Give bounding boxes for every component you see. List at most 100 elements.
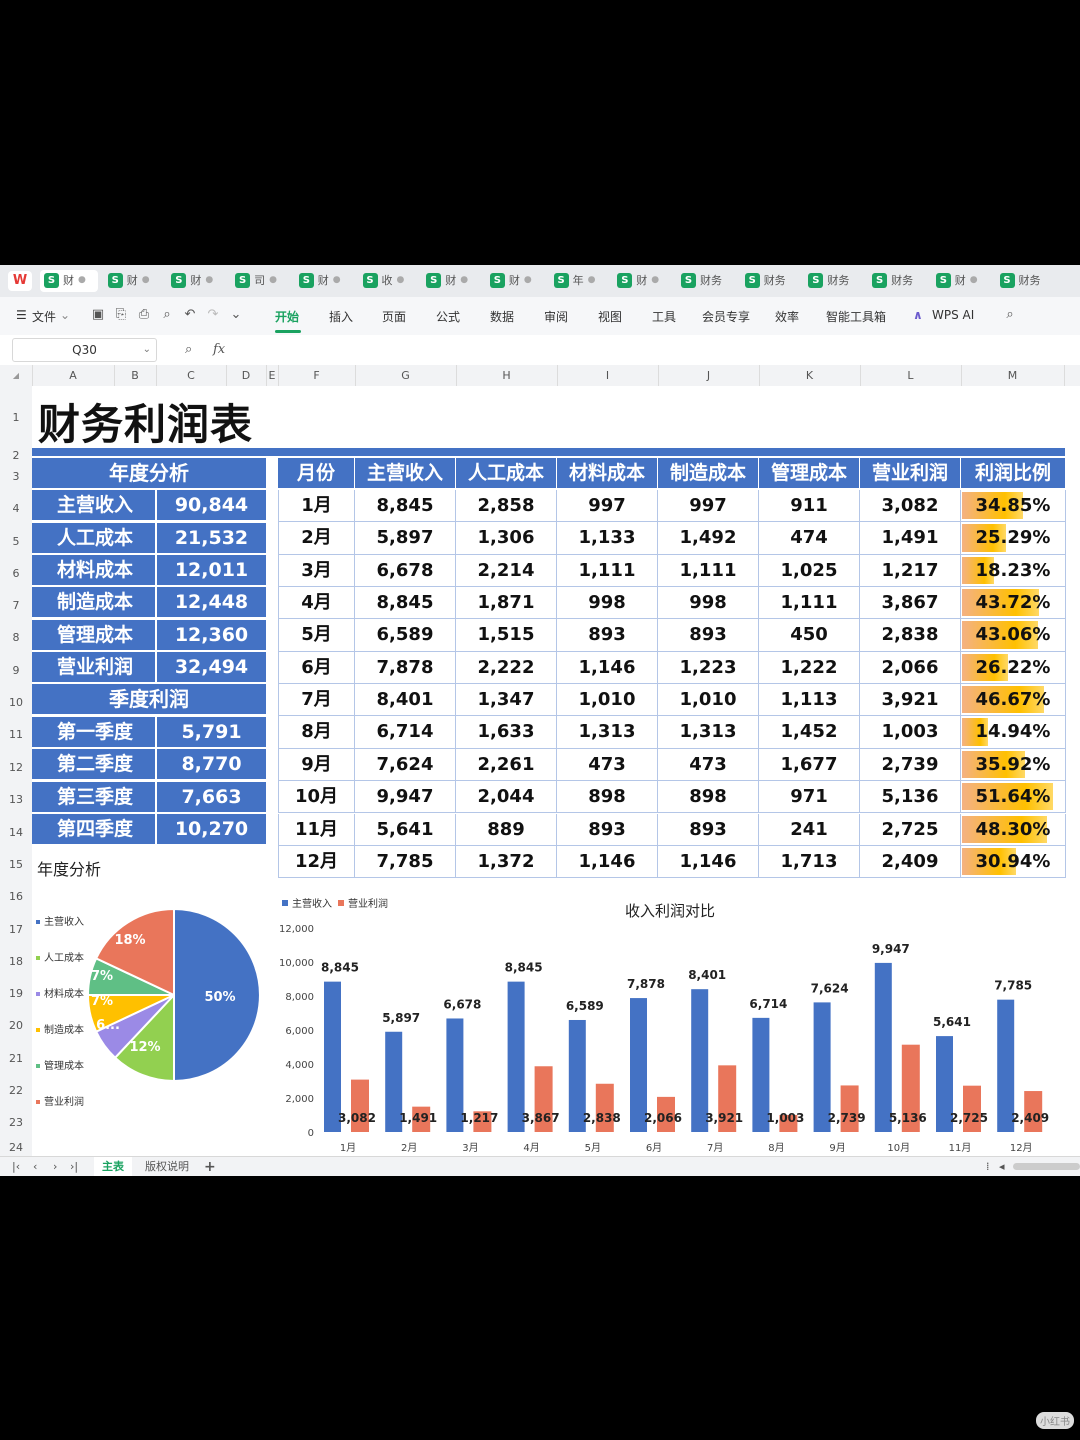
formula-input[interactable] <box>238 339 1080 361</box>
row-header[interactable]: 12 <box>0 751 32 784</box>
table-cell[interactable]: 6,678 <box>355 554 456 588</box>
document-tab[interactable]: S 收 ● <box>359 270 417 292</box>
column-header[interactable]: K <box>759 365 861 386</box>
menu-tab[interactable]: 智能工具箱 <box>826 308 886 325</box>
function-icon[interactable]: fx <box>213 342 225 357</box>
table-cell[interactable]: 8,845 <box>355 587 456 620</box>
row-header[interactable]: 21 <box>0 1042 32 1075</box>
column-header[interactable]: I <box>557 365 659 386</box>
column-header[interactable]: C <box>156 365 227 386</box>
table-cell[interactable]: 5,641 <box>355 813 456 846</box>
table-cell[interactable]: 893 <box>557 813 658 846</box>
table-cell[interactable]: 2,214 <box>456 554 557 588</box>
table-cell[interactable]: 12月 <box>278 845 355 879</box>
bar-profit[interactable] <box>963 1085 981 1132</box>
table-cell[interactable]: 898 <box>557 781 658 814</box>
table-cell[interactable]: 1,111 <box>557 554 658 588</box>
row-header[interactable]: 22 <box>0 1075 32 1107</box>
document-tab[interactable]: S 财 ● <box>167 270 225 292</box>
table-cell[interactable]: 1,452 <box>759 716 860 749</box>
pie-chart[interactable]: 主营收入人工成本材料成本制造成本管理成本营业利润 50% 12% 6... 7% 7% 18… <box>32 881 267 1126</box>
table-cell[interactable]: 997 <box>658 490 759 523</box>
close-icon[interactable]: ● <box>269 270 277 291</box>
table-cell[interactable]: 1月 <box>278 490 355 523</box>
bar-revenue[interactable] <box>874 962 892 1132</box>
table-cell[interactable]: 3,867 <box>860 587 961 620</box>
row-header[interactable]: 19 <box>0 978 32 1010</box>
document-tab[interactable]: S 财 ● <box>295 270 353 292</box>
menu-tab[interactable]: 数据 <box>490 308 514 325</box>
menu-tab[interactable]: 开始 <box>275 308 299 325</box>
chevron-down-icon[interactable]: ⌄ <box>60 308 70 322</box>
row-header[interactable]: 2 <box>0 450 32 461</box>
table-cell[interactable]: 971 <box>759 781 860 814</box>
profit-ratio-cell[interactable]: 30.94% <box>961 845 1066 879</box>
table-cell[interactable]: 6月 <box>278 651 355 685</box>
table-cell[interactable]: 1,146 <box>557 651 658 685</box>
column-header[interactable]: F <box>278 365 356 386</box>
row-header[interactable]: 20 <box>0 1010 32 1042</box>
table-cell[interactable]: 2,066 <box>860 651 961 685</box>
sheet-tab-copyright[interactable]: 版权说明 <box>145 1157 189 1176</box>
document-tab[interactable]: S 财 ● <box>932 270 990 292</box>
table-cell[interactable]: 1,217 <box>860 554 961 588</box>
chevron-down-icon[interactable]: ⌄ <box>143 339 151 361</box>
close-icon[interactable]: ● <box>588 270 596 291</box>
menu-tab[interactable]: 审阅 <box>544 308 568 325</box>
column-header[interactable]: M <box>961 365 1065 386</box>
table-cell[interactable]: 893 <box>557 619 658 652</box>
scroll-left-icon[interactable]: ◂ <box>999 1160 1005 1173</box>
table-cell[interactable]: 9月 <box>278 748 355 782</box>
name-box[interactable]: Q30 ⌄ <box>12 338 157 362</box>
table-cell[interactable]: 7,785 <box>355 845 456 879</box>
table-cell[interactable]: 11月 <box>278 813 355 846</box>
select-all-corner[interactable]: ◢ <box>0 365 33 386</box>
search-icon[interactable]: ⌕ <box>1002 307 1018 323</box>
document-tab[interactable]: S 年 ● <box>550 270 608 292</box>
row-header[interactable]: 23 <box>0 1107 32 1139</box>
table-cell[interactable]: 1,222 <box>759 651 860 685</box>
profit-ratio-cell[interactable]: 35.92% <box>961 748 1066 782</box>
row-header[interactable]: 9 <box>0 654 32 687</box>
document-tab[interactable]: S 财 ● <box>422 270 480 292</box>
row-header[interactable]: 13 <box>0 784 32 816</box>
row-header[interactable]: 10 <box>0 687 32 719</box>
table-cell[interactable]: 6,589 <box>355 619 456 652</box>
column-header[interactable]: A <box>32 365 115 386</box>
document-tab[interactable]: S 财 ● <box>486 270 544 292</box>
profit-ratio-cell[interactable]: 48.30% <box>961 813 1066 846</box>
prev-sheet-icon[interactable]: ‹ <box>33 1160 37 1173</box>
export-icon[interactable]: ⎘ <box>113 307 129 323</box>
table-cell[interactable]: 2,739 <box>860 748 961 782</box>
print-icon[interactable]: ⎙ <box>136 307 152 323</box>
document-tab[interactable]: S 财务 <box>996 270 1054 292</box>
table-cell[interactable]: 9,947 <box>355 781 456 814</box>
table-cell[interactable]: 2,858 <box>456 490 557 523</box>
table-cell[interactable]: 1,010 <box>658 684 759 717</box>
profit-ratio-cell[interactable]: 34.85% <box>961 490 1066 523</box>
close-icon[interactable]: ● <box>460 270 468 291</box>
profit-ratio-cell[interactable]: 18.23% <box>961 554 1066 588</box>
table-cell[interactable]: 1,713 <box>759 845 860 879</box>
table-cell[interactable]: 3,082 <box>860 490 961 523</box>
table-cell[interactable]: 5,897 <box>355 522 456 555</box>
close-icon[interactable]: ● <box>524 270 532 291</box>
last-sheet-icon[interactable]: ›| <box>70 1160 78 1173</box>
table-cell[interactable]: 893 <box>658 813 759 846</box>
sheet-grid[interactable]: 财务利润表 年度分析 主营收入 90,844 人工成本 21,532 材料成本 12,011… <box>32 386 1080 1156</box>
close-icon[interactable]: ● <box>651 270 659 291</box>
print-preview-icon[interactable]: ⌕ <box>159 307 175 323</box>
close-icon[interactable]: ● <box>78 270 86 291</box>
file-menu[interactable]: 文件 <box>32 308 56 325</box>
table-cell[interactable]: 911 <box>759 490 860 523</box>
profit-ratio-cell[interactable]: 26.22% <box>961 651 1066 685</box>
table-cell[interactable]: 2月 <box>278 522 355 555</box>
table-cell[interactable]: 1,223 <box>658 651 759 685</box>
table-cell[interactable]: 3,921 <box>860 684 961 717</box>
profit-ratio-cell[interactable]: 43.06% <box>961 619 1066 652</box>
menu-tab[interactable]: 视图 <box>598 308 622 325</box>
column-header[interactable]: G <box>355 365 457 386</box>
table-cell[interactable]: 473 <box>557 748 658 782</box>
row-header[interactable]: 1 <box>0 386 32 450</box>
table-cell[interactable]: 2,725 <box>860 813 961 846</box>
